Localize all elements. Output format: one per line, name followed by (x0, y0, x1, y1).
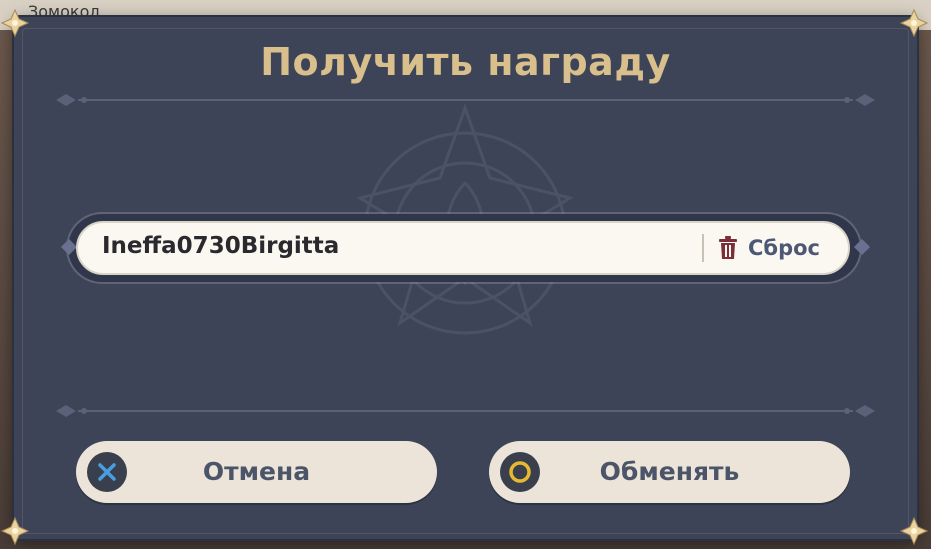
redeem-code-value[interactable]: Ineffa0730Birgitta (102, 233, 339, 259)
corner-ornament-icon (899, 516, 929, 546)
corner-ornament-icon (899, 8, 929, 38)
trash-icon (718, 236, 738, 260)
diamond-ornament-icon (854, 239, 870, 255)
dialog-title: Получить награду (260, 40, 671, 84)
redeem-label: Обменять (599, 457, 740, 486)
reset-button[interactable]: Сброс (718, 233, 820, 263)
corner-ornament-icon (0, 8, 30, 38)
cancel-label: Отмена (202, 457, 311, 486)
input-separator (702, 234, 704, 262)
cancel-button[interactable]: Отмена (76, 441, 437, 503)
reset-label: Сброс (748, 236, 820, 260)
redeem-button[interactable]: Обменять (489, 441, 850, 503)
top-divider (56, 94, 875, 106)
corner-ornament-icon (0, 516, 30, 546)
bottom-divider (56, 405, 875, 417)
